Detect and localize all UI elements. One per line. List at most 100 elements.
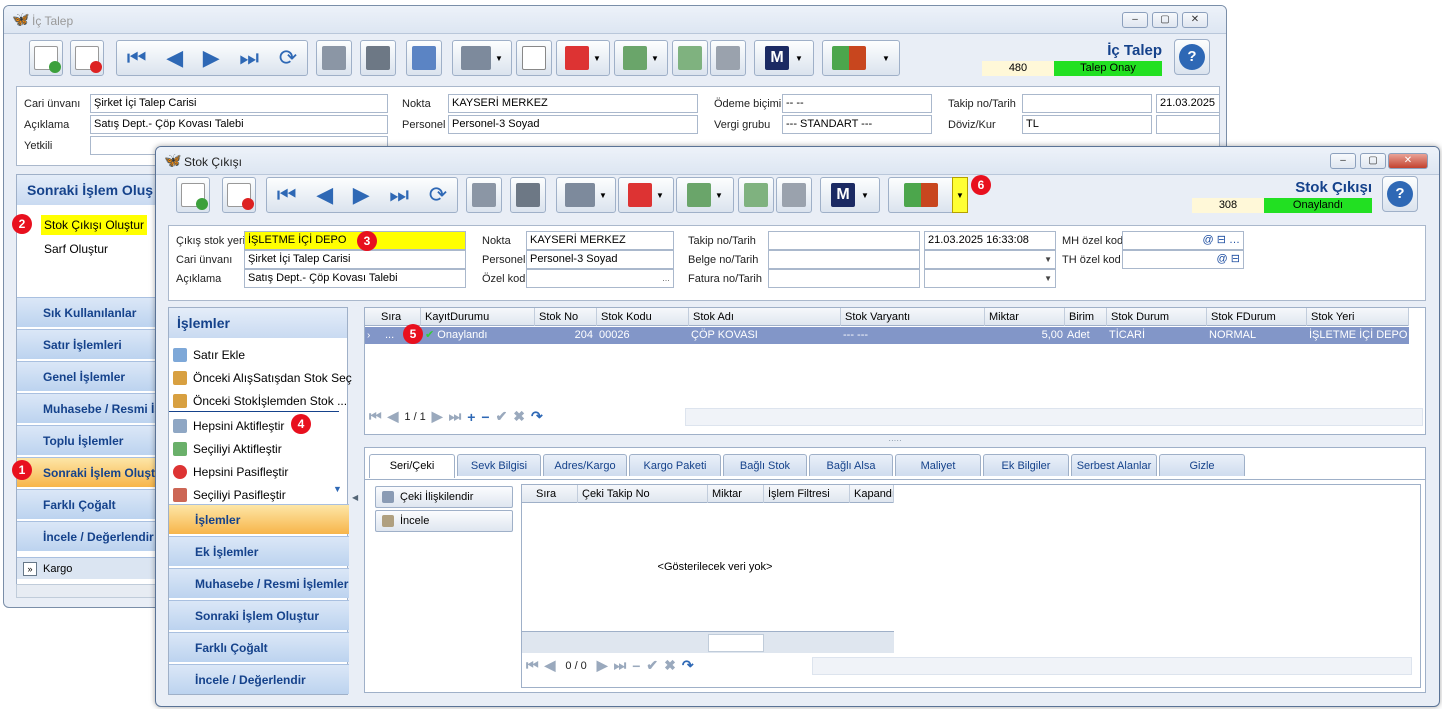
mh-ozel-kod-field[interactable]: @ ⊟ … — [1122, 231, 1244, 250]
incele-button[interactable]: İncele — [375, 510, 513, 532]
new-button[interactable] — [176, 177, 210, 213]
exit-dropdown-button[interactable]: ▼ — [952, 177, 968, 213]
minimize-button[interactable]: – — [1330, 153, 1356, 169]
col-miktar[interactable]: Miktar — [985, 308, 1065, 326]
m-button[interactable]: M ▼ — [754, 40, 814, 76]
nav-ek-islemler[interactable]: Ek İşlemler — [169, 536, 349, 566]
tab-maliyet[interactable]: Maliyet — [895, 454, 981, 476]
tab-bagli-stok[interactable]: Bağlı Stok — [723, 454, 807, 476]
islem-hepsini-pasif[interactable]: Hepsini Pasifleştir — [169, 461, 288, 483]
nav-incele[interactable]: İncele / Değerlendir — [169, 664, 349, 694]
pdf-button[interactable]: ▼ — [618, 177, 674, 213]
nokta-field[interactable]: KAYSERİ MERKEZ — [448, 94, 698, 113]
personel-field[interactable]: Personel-3 Soyad — [526, 250, 674, 269]
remove-icon[interactable]: − — [481, 409, 489, 425]
next-icon[interactable]: ▶ — [203, 46, 220, 70]
odeme-field[interactable]: -- -- — [782, 94, 932, 113]
import-button[interactable] — [738, 177, 774, 213]
cancel-icon[interactable]: ✖ — [664, 657, 676, 674]
exit-button[interactable]: ▼ — [822, 40, 900, 76]
save-close-button[interactable] — [360, 40, 396, 76]
col-ceki-takip-no[interactable]: Çeki Takip No — [578, 485, 708, 503]
next-page-icon[interactable]: ▶ — [597, 657, 608, 674]
nav-farkli-cogalt[interactable]: Farklı Çoğalt — [169, 632, 349, 662]
close-button[interactable]: ✕ — [1388, 153, 1428, 169]
col-stok-varyanti[interactable]: Stok Varyantı — [841, 308, 985, 326]
m-button[interactable]: M ▼ — [820, 177, 880, 213]
last-page-icon[interactable]: ⏭ — [614, 657, 627, 674]
close-button[interactable]: ✕ — [1182, 12, 1208, 28]
col-stok-durum[interactable]: Stok Durum — [1107, 308, 1207, 326]
aciklama-field[interactable]: Satış Dept.- Çöp Kovası Talebi — [244, 269, 466, 288]
grid-hscroll[interactable] — [685, 408, 1423, 426]
export-button[interactable]: ▼ — [614, 40, 668, 76]
col-stok-fdurum[interactable]: Stok FDurum — [1207, 308, 1307, 326]
vergi-field[interactable]: --- STANDART --- — [782, 115, 932, 134]
tab-adres-kargo[interactable]: Adres/Kargo — [543, 454, 627, 476]
table-row[interactable]: › ... ✔ Onaylandı 204 00026 ÇÖP KOVASI -… — [365, 327, 1409, 344]
confirm-icon[interactable]: ✔ — [646, 657, 658, 674]
col-stok-no[interactable]: Stok No — [535, 308, 597, 326]
belge-no-field[interactable] — [768, 250, 920, 269]
horizontal-scrollbar[interactable] — [16, 584, 166, 598]
print-button[interactable]: ▼ — [556, 177, 616, 213]
last-icon[interactable]: ⏭ — [389, 183, 409, 207]
confirm-icon[interactable]: ✔ — [496, 408, 508, 425]
refresh-icon[interactable]: ⟳ — [429, 183, 447, 207]
tools-button[interactable] — [776, 177, 812, 213]
islem-secili-pasif[interactable]: Seçiliyi Pasifleştir — [169, 484, 286, 506]
col-kapandi[interactable]: Kapandı — [850, 485, 894, 503]
col-islem-filtresi[interactable]: İşlem Filtresi — [764, 485, 850, 503]
islem-hepsini-aktif[interactable]: Hepsini Aktifleştir — [169, 415, 284, 437]
minimize-button[interactable]: – — [1122, 12, 1148, 28]
nav-muhasebe[interactable]: Muhasebe / Resmi İşlemler — [169, 568, 349, 598]
print-button[interactable]: ▼ — [452, 40, 512, 76]
nav-sonraki-islem[interactable]: Sonraki İşlem Oluştur — [169, 600, 349, 630]
new-button[interactable] — [29, 40, 63, 76]
tab-seri-ceki[interactable]: Seri/Çeki — [369, 454, 455, 478]
delete-button[interactable] — [70, 40, 104, 76]
first-icon[interactable]: ⏮ — [277, 183, 297, 207]
import-button[interactable] — [672, 40, 708, 76]
refresh-icon[interactable]: ↷ — [682, 657, 694, 674]
col-stok-yeri[interactable]: Stok Yeri — [1307, 308, 1409, 326]
last-icon[interactable]: ⏭ — [239, 46, 259, 70]
ozel-kod-field[interactable]: … — [526, 269, 674, 288]
first-page-icon[interactable]: ⏮ — [526, 657, 539, 674]
tab-gizle[interactable]: Gizle — [1159, 454, 1245, 476]
remove-icon[interactable]: − — [632, 658, 640, 674]
prev-icon[interactable]: ◀ — [166, 46, 183, 70]
kargo-bar[interactable]: » Kargo — [17, 557, 167, 579]
help-button[interactable]: ? — [1382, 176, 1418, 212]
maximize-button[interactable]: ▢ — [1152, 12, 1178, 28]
save-button[interactable] — [316, 40, 352, 76]
splitter[interactable]: ····· — [364, 437, 1426, 445]
delete-button[interactable] — [222, 177, 256, 213]
export-button[interactable]: ▼ — [676, 177, 734, 213]
col-miktar[interactable]: Miktar — [708, 485, 764, 503]
takip-no-field[interactable] — [1022, 94, 1152, 113]
takip-date-field[interactable]: 21.03.2025 16:33:08 — [924, 231, 1056, 250]
islem-secili-aktif[interactable]: Seçiliyi Aktifleştir — [169, 438, 282, 460]
ceki-iliskilendir-button[interactable]: Çeki İlişkilendir — [375, 486, 513, 508]
takip-date-field[interactable]: 21.03.2025 — [1156, 94, 1220, 113]
last-page-icon[interactable]: ⏭ — [449, 408, 462, 425]
tab-serbest-alanlar[interactable]: Serbest Alanlar — [1071, 454, 1157, 476]
first-page-icon[interactable]: ⏮ — [369, 408, 382, 425]
next-icon[interactable]: ▶ — [353, 183, 370, 207]
nokta-field[interactable]: KAYSERİ MERKEZ — [526, 231, 674, 250]
collapse-icon[interactable]: » — [23, 562, 37, 576]
add-icon[interactable]: + — [467, 409, 475, 425]
col-sira[interactable]: Sıra — [532, 485, 578, 503]
refresh-icon[interactable]: ⟳ — [279, 46, 297, 70]
kur-field[interactable] — [1156, 115, 1220, 134]
islem-onceki-stok[interactable]: Önceki Stokİşlemden Stok ... — [169, 390, 347, 412]
fatura-no-field[interactable] — [768, 269, 920, 288]
islem-satir-ekle[interactable]: Satır Ekle — [169, 344, 245, 366]
attach-button[interactable] — [516, 40, 552, 76]
tab-sevk-bilgisi[interactable]: Sevk Bilgisi — [457, 454, 541, 476]
cari-field[interactable]: Şirket İçi Talep Carisi — [244, 250, 466, 269]
fatura-date-field[interactable]: ▼ — [924, 269, 1056, 288]
collapse-arrow-icon[interactable]: ◀ — [352, 493, 358, 502]
prev-page-icon[interactable]: ◀ — [388, 408, 399, 425]
